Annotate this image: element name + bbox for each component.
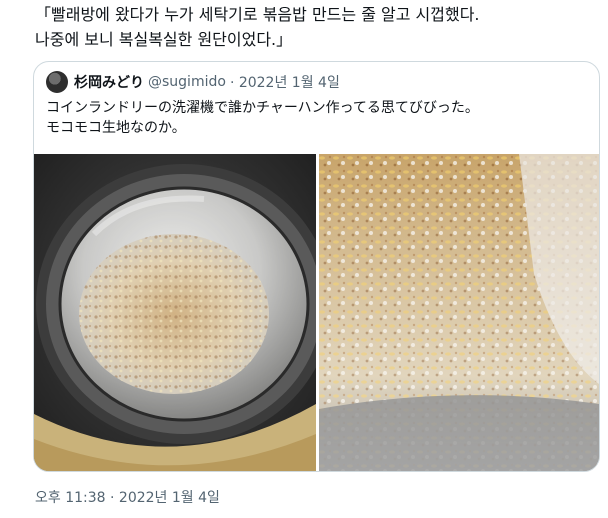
quoted-text-line: コインランドリーの洗濯機で誰かチャーハン作ってる思てびびった。 [46, 100, 479, 116]
quoted-tweet-text: コインランドリーの洗濯機で誰かチャーハン作ってる思てびびった。 モコモコ生地なの… [46, 98, 479, 138]
photo-fabric-closeup[interactable] [319, 154, 599, 471]
media-grid [34, 154, 599, 471]
photo-washing-machine-top[interactable] [34, 154, 316, 471]
quoted-tweet-header: 杉岡みどり @sugimido · 2022년 1월 4일 [46, 70, 340, 94]
tweet-text-line: 나중에 보니 복실복실한 원단이었다.」 [35, 30, 293, 49]
avatar[interactable] [46, 71, 68, 93]
quoted-display-name[interactable]: 杉岡みどり [74, 72, 144, 92]
quoted-handle[interactable]: @sugimido [148, 74, 226, 90]
tweet-text: 「빨래방에 왔다가 누가 세탁기로 볶음밥 만드는 줄 알고 시껍했다. 나중에… [35, 2, 595, 52]
quoted-date[interactable]: · 2022년 1월 4일 [230, 72, 340, 92]
tweet-text-line: 「빨래방에 왔다가 누가 세탁기로 볶음밥 만드는 줄 알고 시껍했다. [35, 5, 480, 24]
tweet-timestamp[interactable]: 오후 11:38 · 2022년 1월 4일 [35, 487, 220, 507]
quoted-tweet-card[interactable]: 杉岡みどり @sugimido · 2022년 1월 4일 コインランドリーの洗… [33, 61, 600, 472]
quoted-text-line: モコモコ生地なのか。 [46, 120, 186, 136]
